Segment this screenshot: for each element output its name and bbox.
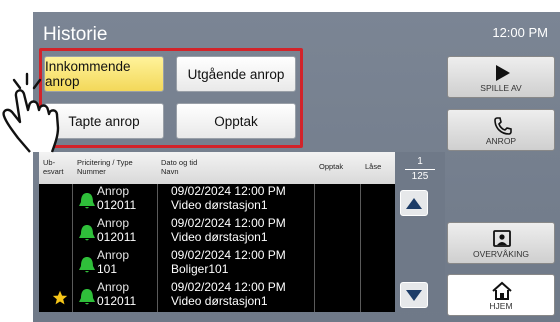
play-icon [496, 65, 510, 81]
header-priority-1: Pricitering / Type [77, 158, 133, 167]
row-type: Anrop [97, 248, 130, 262]
monitor-button[interactable]: OVERVÅKING [447, 222, 555, 264]
row-datetime: 09/02/2024 12:00 PM [171, 216, 286, 230]
header-recording: Opptak [319, 162, 344, 171]
monitor-icon [493, 230, 511, 247]
bell-icon [79, 289, 95, 305]
row-number: 012011 [97, 294, 137, 308]
home-label: HJEM [489, 301, 513, 311]
monitor-label: OVERVÅKING [472, 249, 530, 259]
header-unanswered-2: esvart [43, 167, 64, 176]
row-name: Boliger101 [171, 262, 229, 276]
row-number: 012011 [97, 198, 137, 212]
phone-icon [494, 117, 512, 135]
home-button[interactable]: HJEM [447, 274, 555, 316]
filter-group: Innkommende anrop Utgående anrop Tapte a… [39, 48, 303, 148]
row-datetime: 09/02/2024 12:00 PM [171, 280, 286, 294]
filter-outgoing-button[interactable]: Utgående anrop [176, 56, 296, 92]
home-icon [492, 281, 512, 300]
header-priority-2: Nummer [77, 167, 106, 176]
bell-icon [79, 225, 95, 241]
history-table: Ub- esvart Pricitering / Type Nummer Dat… [39, 152, 395, 312]
row-name: Video dørstasjon1 [171, 230, 268, 244]
row-datetime: 09/02/2024 12:00 PM [171, 248, 286, 262]
arrow-down-icon [406, 290, 422, 301]
page-separator [405, 169, 435, 170]
scroll-up-button[interactable] [400, 190, 428, 216]
row-type: Anrop [97, 216, 130, 230]
row-number: 101 [97, 262, 118, 276]
call-label: ANROP [485, 136, 517, 146]
page-total: 125 [411, 171, 429, 182]
clock: 12:00 PM [492, 25, 548, 40]
pointing-hand-icon [2, 72, 60, 153]
header-lock: Låse [365, 162, 382, 171]
call-button[interactable]: ANROP [447, 109, 555, 151]
filter-recording-button[interactable]: Opptak [176, 103, 296, 139]
row-type: Anrop [97, 184, 130, 198]
page-title: Historie [43, 24, 108, 45]
row-name: Video dørstasjon1 [171, 294, 268, 308]
table-row[interactable]: Anrop 012011 09/02/2024 12:00 PM Video d… [39, 216, 395, 248]
star-icon [52, 290, 68, 305]
scroll-down-button[interactable] [400, 282, 428, 308]
table-row[interactable]: Anrop 012011 09/02/2024 12:00 PM Video d… [39, 184, 395, 216]
bell-icon [79, 193, 95, 209]
row-type: Anrop [97, 280, 130, 294]
page-indicator: 1 125 [395, 152, 445, 312]
row-name: Video dørstasjon1 [171, 198, 268, 212]
page-current: 1 [417, 156, 423, 167]
row-number: 012011 [97, 230, 137, 244]
history-screen: Historie 12:00 PM Innkommende anrop Utgå… [33, 12, 560, 322]
table-row[interactable]: Anrop 012011 09/02/2024 12:00 PM Video d… [39, 280, 395, 312]
arrow-up-icon [406, 198, 422, 209]
play-label: SPILLE AV [480, 83, 522, 93]
table-row[interactable]: Anrop 101 09/02/2024 12:00 PM Boliger101 [39, 248, 395, 280]
header-date-1: Dato og tid [161, 158, 198, 167]
table-header: Ub- esvart Pricitering / Type Nummer Dat… [39, 152, 395, 184]
bell-icon [79, 257, 95, 273]
header-unanswered-1: Ub- [43, 158, 56, 167]
play-button[interactable]: SPILLE AV [447, 56, 555, 98]
header-date-2: Navn [161, 167, 179, 176]
row-datetime: 09/02/2024 12:00 PM [171, 184, 286, 198]
